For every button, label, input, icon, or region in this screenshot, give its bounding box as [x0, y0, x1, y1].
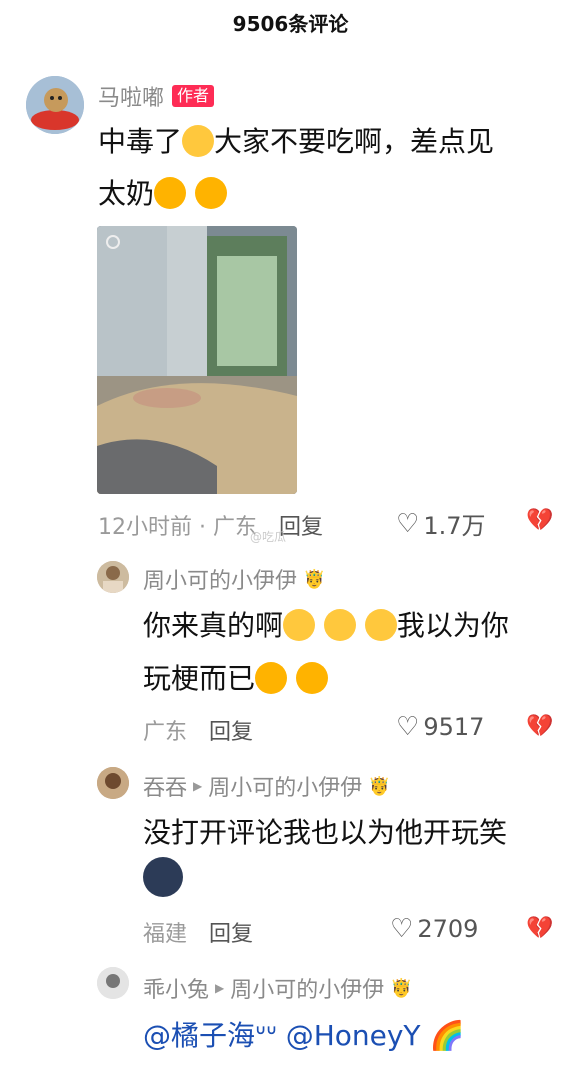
heart-icon: ♡: [396, 712, 420, 742]
dog-avatar-icon: [26, 76, 84, 134]
comment-text: 你来真的啊 我以为你: [143, 600, 509, 652]
comment-author[interactable]: 乖小兔 ▶ 周小可的小伊伊 🤴: [143, 972, 413, 1004]
comment-text: 没打开评论我也以为他开玩笑: [143, 807, 507, 859]
broken-heart-icon: 💔: [526, 508, 554, 533]
heart-icon: ♡: [396, 508, 420, 539]
sob-emoji-icon: [364, 609, 397, 641]
comment-text-line2: [143, 856, 183, 908]
reply-to-name[interactable]: 周小可的小伊伊: [230, 972, 384, 1004]
like-button[interactable]: ♡ 1.7万: [396, 506, 485, 541]
comment-text-part: 你来真的啊: [143, 609, 284, 642]
rainbow-emoji-icon: 🌈: [429, 1019, 465, 1052]
comment-meta: 广东 回复: [143, 714, 253, 746]
dislike-button[interactable]: 💔: [526, 916, 553, 941]
reply-to-name[interactable]: 周小可的小伊伊: [208, 770, 362, 802]
laugh-cry-emoji-icon: [255, 662, 288, 694]
mention-link[interactable]: @橘子海ᐡᐡ: [143, 1019, 277, 1052]
mention-link[interactable]: @HoneyY: [286, 1019, 421, 1052]
laugh-cry-emoji-icon: [194, 177, 227, 209]
comment-author[interactable]: 马啦嘟 作者: [98, 80, 215, 112]
comment-author[interactable]: 吞吞 ▶ 周小可的小伊伊 🤴: [143, 770, 391, 802]
comment-text-part: 我以为你: [396, 609, 509, 642]
user-avatar-icon: [97, 967, 129, 999]
watermark: @吃瓜: [250, 530, 287, 544]
author-name[interactable]: 乖小兔: [143, 972, 209, 1004]
author-name[interactable]: 吞吞: [143, 770, 187, 802]
comment-count-title: 9506条评论: [232, 11, 349, 36]
sob-emoji-icon: [283, 609, 316, 641]
comment-photo[interactable]: [97, 226, 297, 494]
avatar[interactable]: [97, 967, 129, 999]
broken-heart-icon: 💔: [526, 714, 554, 739]
like-button[interactable]: ♡ 2709: [390, 914, 478, 944]
comment-meta: 12小时前 · 广东 回复: [98, 509, 323, 541]
avatar[interactable]: [26, 76, 84, 134]
dislike-button[interactable]: 💔: [526, 508, 553, 533]
avatar[interactable]: [97, 767, 129, 799]
reply-arrow-icon: ▶: [215, 981, 225, 995]
like-count: 9517: [423, 713, 485, 741]
comment-text: 中毒了 大家不要吃啊，差点见: [98, 116, 494, 168]
crown-face-icon: 🤴: [368, 775, 391, 797]
laugh-sweat-emoji-icon: [182, 125, 215, 157]
hospital-photo-icon: [97, 226, 297, 494]
reply-button[interactable]: 回复: [209, 916, 253, 948]
reply-arrow-icon: ▶: [193, 779, 203, 793]
like-count: 2709: [417, 915, 479, 943]
avatar[interactable]: [97, 561, 129, 593]
comment-text-line2: 玩梗而已: [143, 653, 328, 705]
comment-text: @橘子海ᐡᐡ @HoneyY 🌈: [143, 1010, 464, 1062]
comment-author[interactable]: 周小可的小伊伊 🤴: [143, 563, 325, 595]
comment-text-part: 中毒了: [98, 125, 183, 158]
comment-location: 福建: [143, 922, 188, 947]
like-button[interactable]: ♡ 9517: [396, 712, 484, 742]
laugh-cry-emoji-icon: [154, 177, 187, 209]
comment-text-line2: 太奶: [98, 168, 227, 220]
author-name[interactable]: 马啦嘟: [98, 80, 164, 112]
user-avatar-icon: [97, 767, 129, 799]
laugh-cry-emoji-icon: [295, 662, 328, 694]
crown-face-icon: 🤴: [303, 568, 326, 590]
heart-icon: ♡: [390, 914, 414, 944]
broken-heart-icon: 💔: [526, 916, 554, 941]
user-avatar-icon: [97, 561, 129, 593]
comment-time-location: 12小时前 · 广东: [98, 515, 257, 540]
comment-text-part: 没打开评论我也以为他开玩笑: [143, 816, 508, 849]
dislike-button[interactable]: 💔: [526, 714, 553, 739]
comment-meta: 福建 回复: [143, 916, 253, 948]
author-name[interactable]: 周小可的小伊伊: [143, 563, 297, 595]
comment-text-part: 太奶: [98, 177, 155, 210]
comment-location: 广东: [143, 720, 188, 745]
crown-face-icon: 🤴: [390, 977, 413, 999]
new-moon-face-emoji-icon: [143, 857, 183, 897]
sob-emoji-icon: [323, 609, 356, 641]
like-count: 1.7万: [423, 512, 486, 540]
reply-button[interactable]: 回复: [209, 714, 253, 746]
author-badge: 作者: [172, 85, 215, 107]
comment-text-part: 玩梗而已: [143, 662, 256, 695]
comment-text-part: 大家不要吃啊，差点见: [214, 125, 495, 158]
